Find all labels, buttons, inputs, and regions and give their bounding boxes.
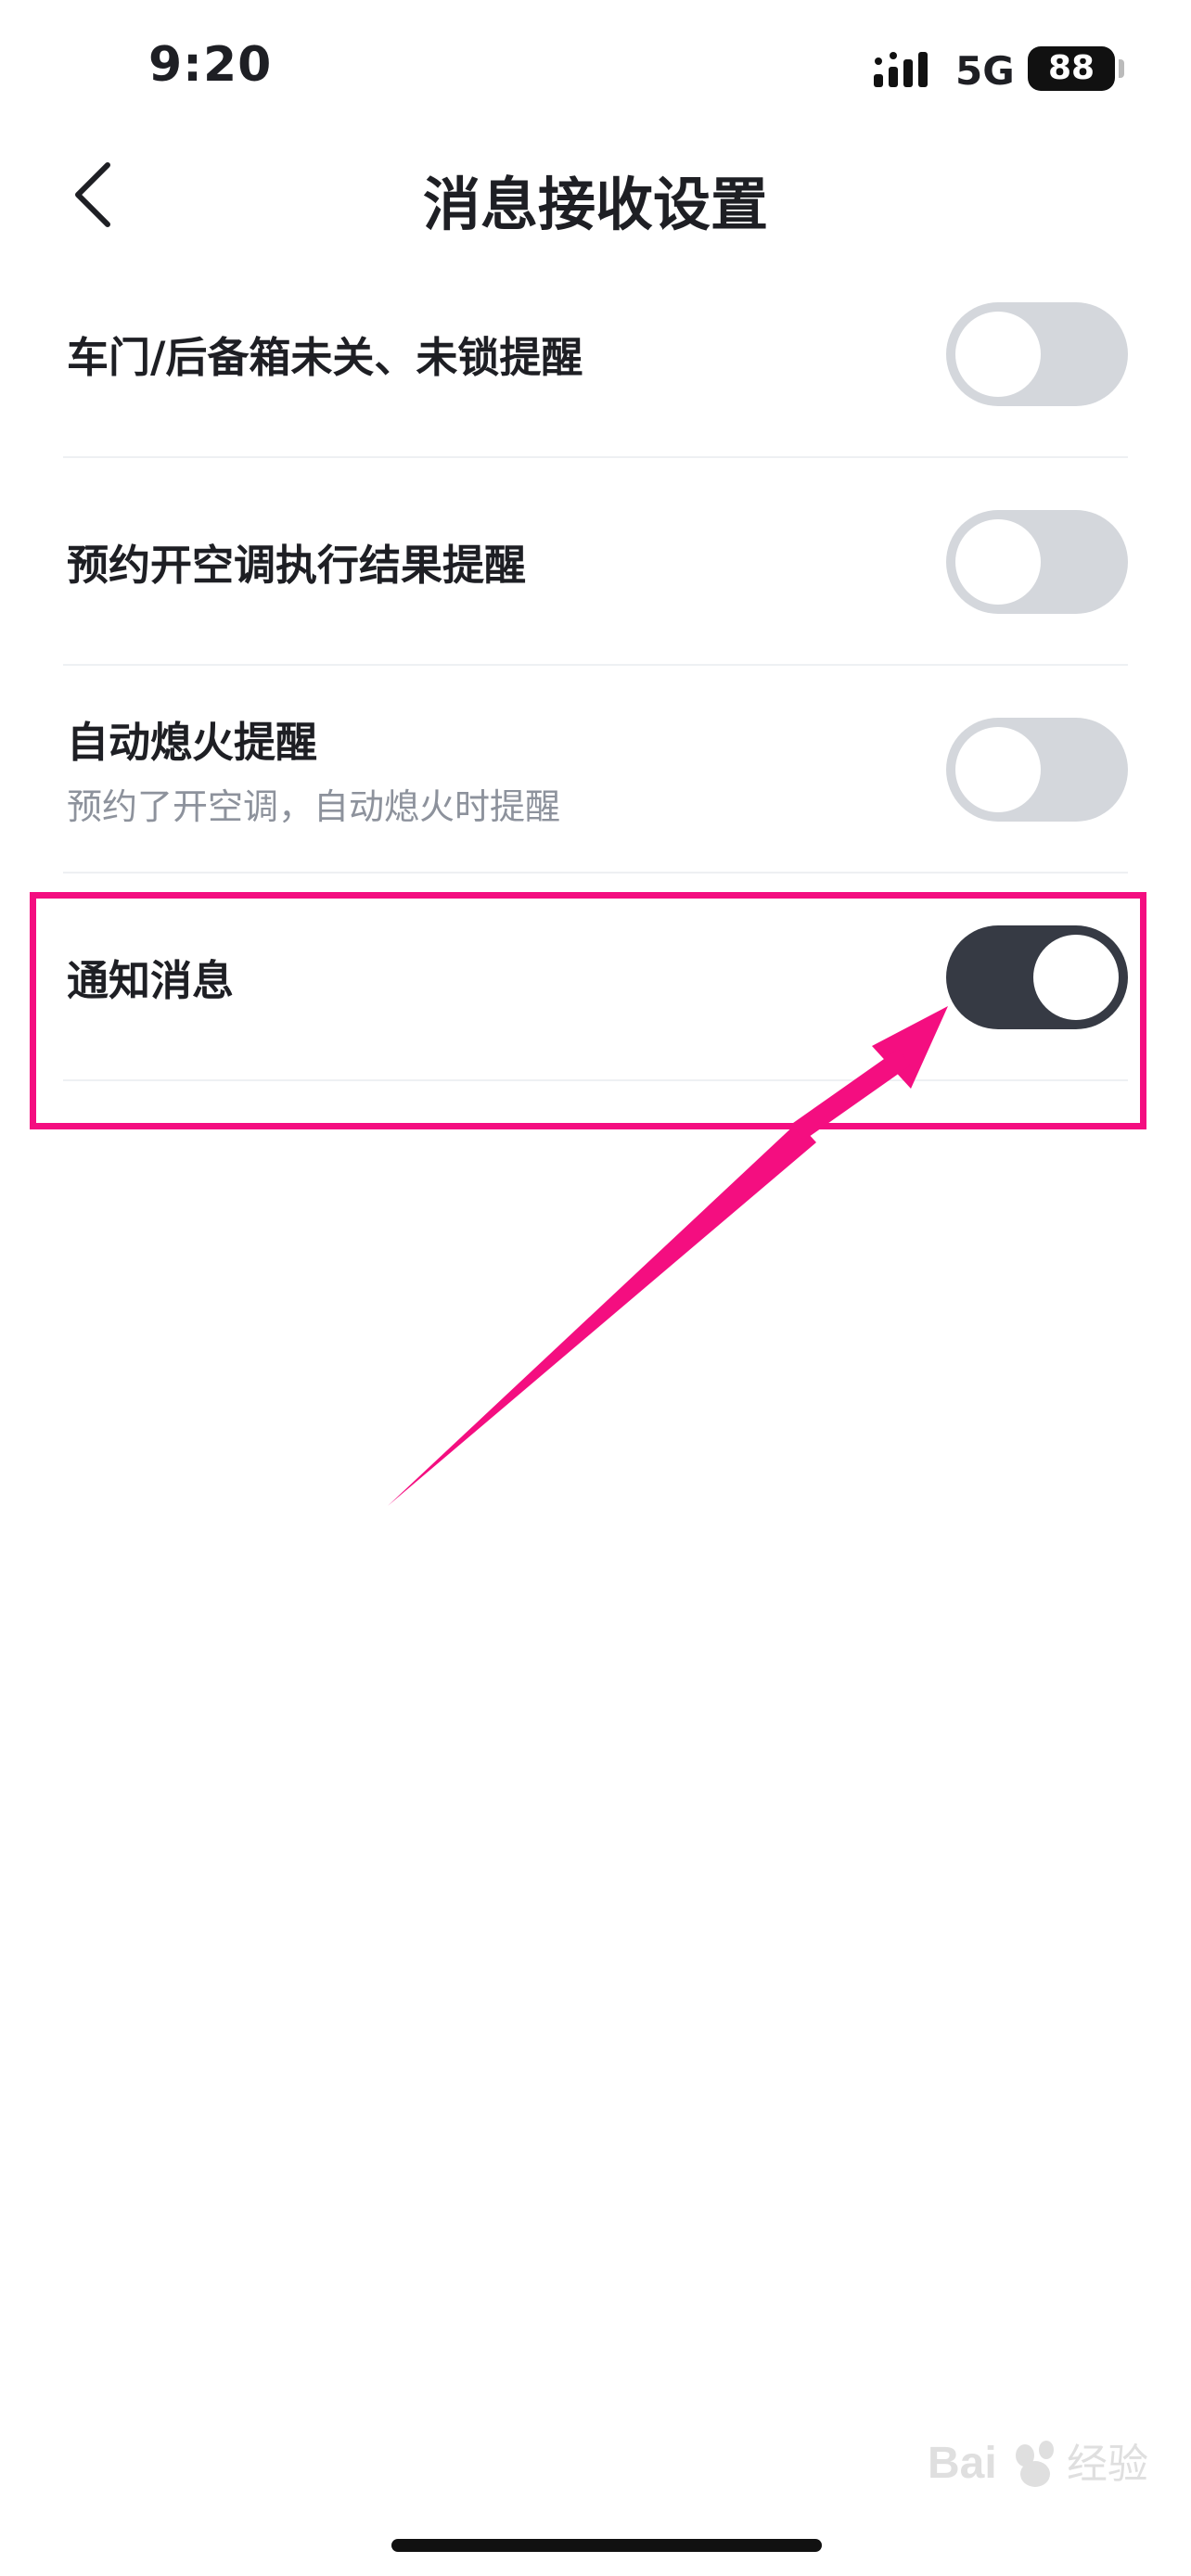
baidu-watermark-logo: Bai 经验 xyxy=(928,2439,1148,2488)
toggle-knob xyxy=(955,727,1041,812)
notification-messages-toggle[interactable] xyxy=(946,925,1128,1029)
setting-row-auto-shutoff: 自动熄火提醒 预约了开空调，自动熄火时提醒 xyxy=(63,666,1128,874)
row-text: 自动熄火提醒 预约了开空调，自动熄火时提醒 xyxy=(67,666,560,872)
network-type: 5G xyxy=(955,48,1015,94)
setting-row-notifications: 通知消息 xyxy=(63,874,1128,1081)
setting-label: 通知消息 xyxy=(67,955,235,1005)
setting-row-door-trunk: 车门/后备箱未关、未锁提醒 xyxy=(63,250,1128,458)
ac-result-reminder-toggle[interactable] xyxy=(946,510,1128,614)
toggle-knob xyxy=(955,519,1041,605)
door-trunk-reminder-toggle[interactable] xyxy=(946,302,1128,406)
cellular-signal-icon xyxy=(874,52,928,87)
toggle-knob xyxy=(955,312,1041,397)
battery-tip xyxy=(1119,59,1124,78)
setting-row-ac-result: 预约开空调执行结果提醒 xyxy=(63,458,1128,666)
page-title: 消息接收设置 xyxy=(422,171,768,238)
setting-label: 预约开空调执行结果提醒 xyxy=(67,540,527,590)
status-time: 9:20 xyxy=(148,37,273,93)
row-text: 预约开空调执行结果提醒 xyxy=(67,458,526,664)
chevron-left-icon[interactable] xyxy=(65,159,121,230)
svg-text:Bai: Bai xyxy=(928,2439,997,2488)
nav-bar: 消息接收设置 xyxy=(0,139,1191,250)
auto-shutoff-reminder-toggle[interactable] xyxy=(946,718,1128,822)
toggle-knob xyxy=(1033,935,1119,1020)
setting-label: 自动熄火提醒 xyxy=(67,718,318,767)
row-text: 通知消息 xyxy=(67,874,234,1079)
status-bar: 9:20 5G 88 xyxy=(0,0,1191,139)
row-text: 车门/后备箱未关、未锁提醒 xyxy=(67,250,583,456)
home-indicator[interactable] xyxy=(391,2539,822,2552)
setting-description: 预约了开空调，自动熄火时提醒 xyxy=(67,786,561,827)
battery-level: 88 xyxy=(1047,49,1095,87)
svg-text:经验: 经验 xyxy=(1067,2441,1148,2488)
battery-icon: 88 xyxy=(1028,46,1115,91)
settings-list: 车门/后备箱未关、未锁提醒 预约开空调执行结果提醒 自动熄火提醒 预约了开空调，… xyxy=(0,250,1191,1081)
setting-label: 车门/后备箱未关、未锁提醒 xyxy=(67,332,583,382)
